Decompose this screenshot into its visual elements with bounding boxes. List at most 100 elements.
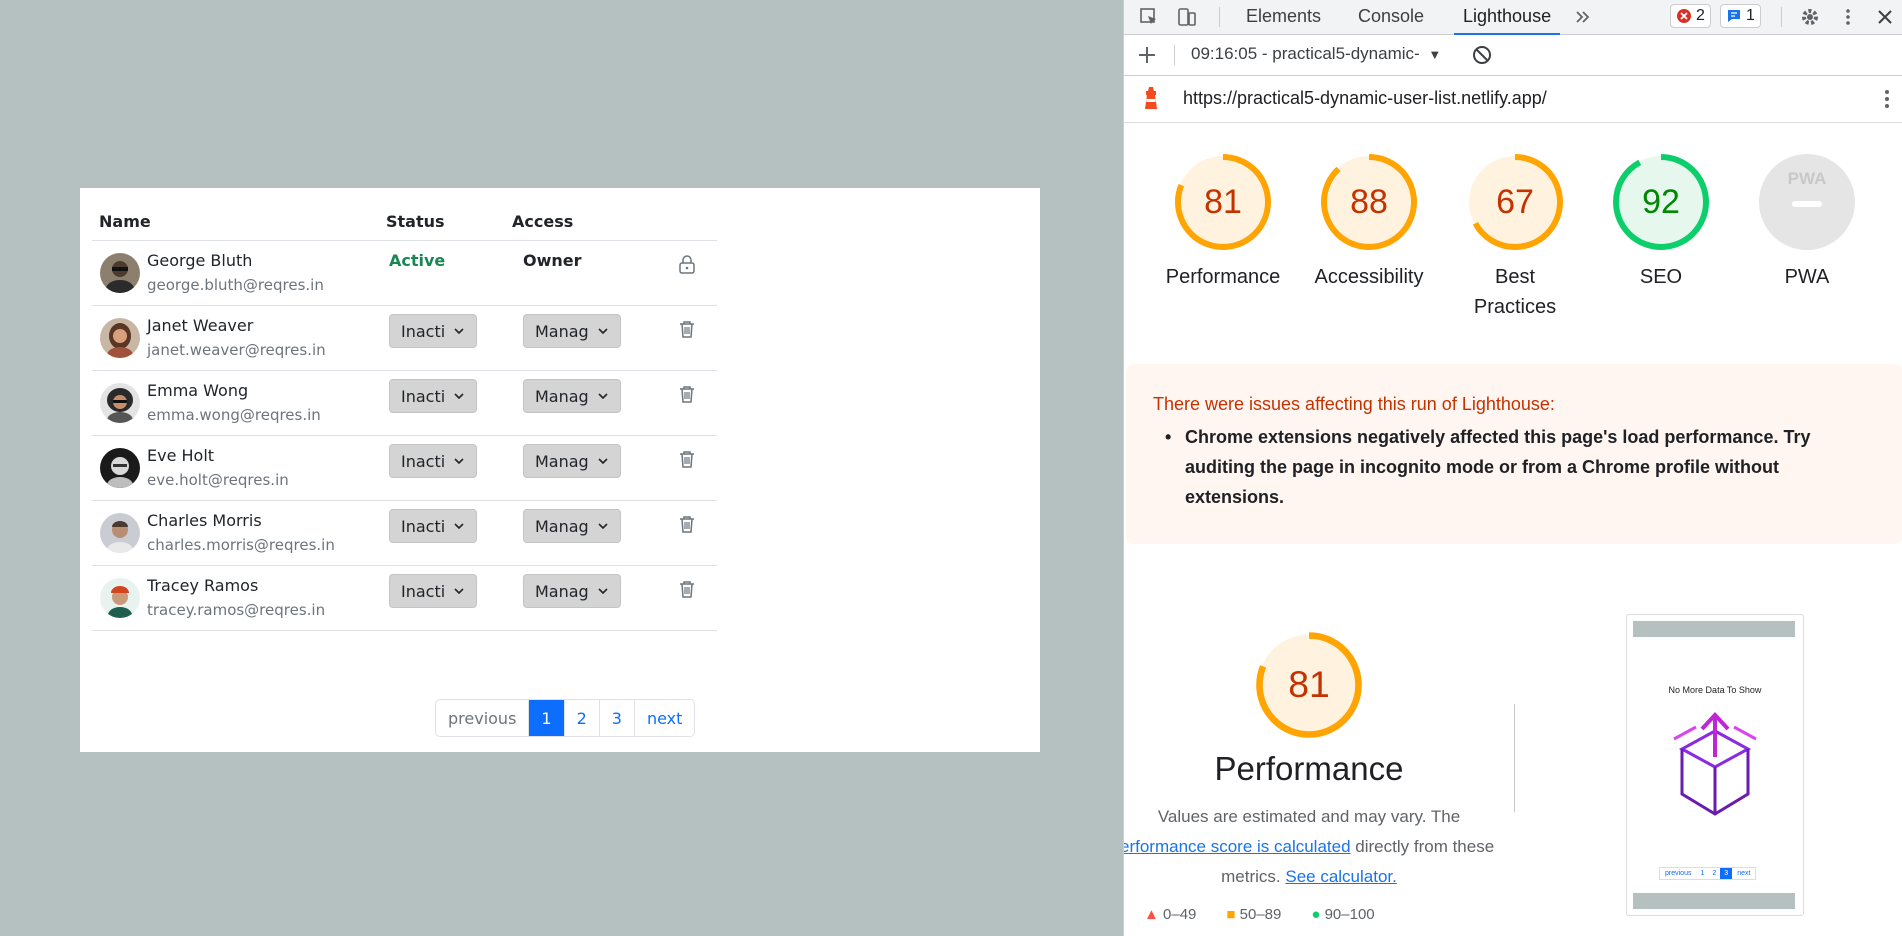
- report-select-value: 09:16:05 - practical5-dynamic-: [1191, 44, 1420, 63]
- access-dropdown[interactable]: Manag: [523, 379, 621, 413]
- score-label: Performance: [1165, 266, 1281, 288]
- errors-count: 2: [1696, 7, 1705, 24]
- table-row: Emma Wong emma.wong@reqres.in Inacti Man…: [92, 371, 717, 436]
- avatar: [100, 318, 140, 358]
- chevron-down-icon: [598, 393, 608, 400]
- inspect-element-icon[interactable]: [1138, 6, 1160, 28]
- svg-text:PWA: PWA: [1788, 169, 1827, 188]
- thumb-footer: [1633, 893, 1795, 909]
- score-value: 81: [1204, 183, 1242, 221]
- tab-lighthouse[interactable]: Lighthouse: [1454, 0, 1561, 35]
- trash-icon[interactable]: [676, 318, 698, 340]
- kebab-menu-icon[interactable]: [1876, 88, 1898, 110]
- status-dropdown[interactable]: Inacti: [389, 574, 477, 608]
- user-email: tracey.ramos@reqres.in: [147, 601, 326, 619]
- performance-gauge: 81: [1256, 632, 1362, 738]
- access-dropdown[interactable]: Manag: [523, 509, 621, 543]
- tab-elements[interactable]: Elements: [1246, 0, 1321, 33]
- user-name: Charles Morris: [147, 511, 262, 530]
- score-label: PWA: [1784, 266, 1830, 288]
- clear-block-icon[interactable]: [1472, 45, 1492, 65]
- table-row: George Bluth george.bluth@reqres.in Acti…: [92, 241, 717, 306]
- lighthouse-logo-icon: [1145, 87, 1157, 109]
- trash-icon[interactable]: [676, 448, 698, 470]
- access-dropdown[interactable]: Manag: [523, 444, 621, 478]
- pagination-previous[interactable]: previous: [436, 700, 530, 736]
- gear-icon[interactable]: [1799, 6, 1821, 28]
- gauge-ring: 67: [1467, 154, 1563, 250]
- trash-icon[interactable]: [676, 513, 698, 535]
- avatar: [100, 448, 140, 488]
- avatar: [100, 513, 140, 553]
- pagination-page-2[interactable]: 2: [565, 700, 600, 736]
- score-gauge-performance[interactable]: 81 Performance: [1150, 152, 1296, 292]
- divider: [1514, 704, 1515, 812]
- access-label: Owner: [523, 251, 582, 270]
- errors-badge[interactable]: 2: [1670, 4, 1711, 28]
- score-gauge-accessibility[interactable]: 88 Accessibility: [1296, 152, 1442, 292]
- pagination-page-1[interactable]: 1: [529, 700, 565, 736]
- triangle-icon: ▲: [1144, 906, 1159, 923]
- user-table: Name Status Access George Bluth george.b…: [92, 202, 717, 631]
- thumb-pagination: previous 1 2 3 next: [1659, 867, 1757, 880]
- thumb-header: [1633, 621, 1795, 637]
- score-value: 88: [1350, 183, 1388, 221]
- pagination-next[interactable]: next: [635, 700, 694, 736]
- score-gauge-best-practices[interactable]: 67 Best Practices: [1442, 152, 1588, 322]
- user-email: charles.morris@reqres.in: [147, 536, 335, 554]
- user-name: Janet Weaver: [147, 316, 254, 335]
- table-row: Tracey Ramos tracey.ramos@reqres.in Inac…: [92, 566, 717, 631]
- thumb-page: 1: [1700, 870, 1705, 877]
- status-value: Inacti: [401, 581, 446, 601]
- lock-icon: [679, 255, 695, 274]
- table-row: Eve Holt eve.holt@reqres.in Inacti Manag: [92, 436, 717, 501]
- chevron-down-icon: [598, 588, 608, 595]
- warning-item: Chrome extensions negatively affected th…: [1165, 422, 1835, 512]
- score-gauge-seo[interactable]: 92 SEO: [1588, 152, 1734, 292]
- access-dropdown[interactable]: Manag: [523, 574, 621, 608]
- user-email: emma.wong@reqres.in: [147, 406, 321, 424]
- messages-badge[interactable]: 1: [1720, 4, 1761, 28]
- thumb-text: No More Data To Show: [1668, 685, 1762, 695]
- avatar: [100, 578, 140, 618]
- report-url-bar: https://practical5-dynamic-user-list.net…: [1124, 76, 1902, 123]
- score-gauge-pwa[interactable]: PWA PWA: [1734, 152, 1880, 292]
- access-value: Manag: [535, 581, 589, 601]
- user-name: Eve Holt: [147, 446, 215, 465]
- kebab-menu-icon[interactable]: [1837, 6, 1859, 28]
- status-dropdown[interactable]: Inacti: [389, 509, 477, 543]
- avatar: [100, 383, 140, 423]
- square-icon: ■: [1226, 906, 1236, 923]
- close-icon[interactable]: [1874, 6, 1896, 28]
- trash-icon[interactable]: [676, 578, 698, 600]
- lighthouse-toolbar: 09:16:05 - practical5-dynamic- ▼: [1124, 35, 1902, 76]
- devtools-panel: Elements Console Lighthouse 2 1 09:16:05…: [1123, 0, 1902, 936]
- empty-box-illustration: [1673, 712, 1757, 816]
- report-url[interactable]: https://practical5-dynamic-user-list.net…: [1183, 88, 1547, 109]
- chevron-down-icon: [598, 523, 608, 530]
- thumb-page: previous: [1665, 870, 1692, 877]
- status-dropdown[interactable]: Inacti: [389, 379, 477, 413]
- calculator-link[interactable]: See calculator.: [1285, 867, 1397, 886]
- trash-icon[interactable]: [676, 383, 698, 405]
- access-dropdown[interactable]: Manag: [523, 314, 621, 348]
- score-label: Accessibility: [1314, 266, 1424, 288]
- access-value: Manag: [535, 321, 589, 341]
- gauge-ring: 81: [1175, 154, 1271, 250]
- device-toggle-icon[interactable]: [1176, 6, 1198, 28]
- legend-fail: ▲ 0–49: [1144, 906, 1196, 923]
- score-calc-link[interactable]: erformance score is calculated: [1124, 837, 1351, 856]
- user-email: janet.weaver@reqres.in: [147, 341, 326, 359]
- status-dropdown[interactable]: Inacti: [389, 444, 477, 478]
- desc-text: metrics.: [1221, 867, 1281, 886]
- more-tabs-icon[interactable]: [1572, 6, 1594, 28]
- final-screenshot-thumbnail[interactable]: No More Data To Show previous 1 2 3 next: [1626, 614, 1804, 916]
- circle-icon: ●: [1311, 906, 1321, 923]
- status-dropdown[interactable]: Inacti: [389, 314, 477, 348]
- separator: [1219, 7, 1220, 27]
- plus-icon[interactable]: [1136, 44, 1158, 66]
- report-select[interactable]: 09:16:05 - practical5-dynamic- ▼: [1191, 44, 1441, 64]
- pagination-page-3[interactable]: 3: [600, 700, 635, 736]
- desc-text: directly from these: [1355, 837, 1494, 856]
- tab-console[interactable]: Console: [1358, 0, 1424, 33]
